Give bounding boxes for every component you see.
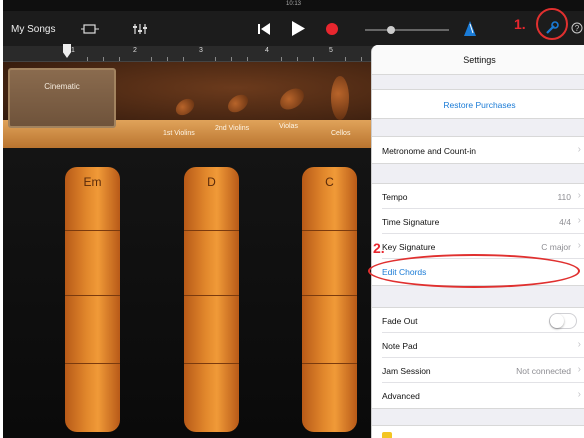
- chevron-right-icon: ›: [577, 215, 581, 226]
- settings-group: Restore Purchases: [372, 89, 584, 119]
- annotation-step-1: 1.: [514, 16, 526, 32]
- key-signature-value: C major: [541, 242, 571, 252]
- settings-title: Settings: [372, 45, 584, 75]
- chevron-right-icon: ›: [577, 240, 581, 251]
- key-signature-label: Key Signature: [382, 242, 436, 252]
- play-icon[interactable]: [292, 21, 305, 36]
- chord-label: D: [207, 175, 216, 189]
- chord-label: C: [325, 175, 334, 189]
- ruler-mark: 3: [199, 47, 203, 54]
- chevron-right-icon: ›: [577, 389, 581, 400]
- annotation-circle-edit-chords: [368, 254, 580, 288]
- fade-out-label: Fade Out: [382, 316, 418, 326]
- annotation-circle-wrench: [536, 8, 568, 40]
- annotation-step-2: 2.: [373, 240, 385, 256]
- metronome-icon[interactable]: [464, 21, 476, 36]
- chord-label: Em: [83, 175, 102, 189]
- status-bar: 10:13: [3, 0, 584, 11]
- svg-text:?: ?: [575, 24, 580, 33]
- note-pad-label: Note Pad: [382, 341, 418, 351]
- tempo-label: Tempo: [382, 192, 408, 202]
- rewind-icon[interactable]: [258, 22, 270, 36]
- status-time: 10:13: [285, 1, 301, 7]
- advanced-label: Advanced: [382, 391, 420, 401]
- ruler-mark: 1: [71, 47, 75, 54]
- chord-strip[interactable]: C: [302, 167, 357, 432]
- restore-purchases-row[interactable]: Restore Purchases: [372, 92, 584, 117]
- chord-strip[interactable]: Em: [65, 167, 120, 432]
- settings-group: Metronome and Count-in ›: [372, 136, 584, 164]
- ruler-mark: 4: [265, 47, 269, 54]
- tempo-row[interactable]: Tempo 110 ›: [372, 184, 584, 209]
- metronome-label: Metronome and Count-in: [382, 146, 477, 156]
- record-icon[interactable]: [325, 22, 339, 36]
- preset-card[interactable]: Cinematic: [8, 68, 116, 128]
- metronome-row[interactable]: Metronome and Count-in ›: [372, 138, 584, 163]
- jam-session-row[interactable]: Jam Session Not connected ›: [372, 358, 584, 383]
- help-icon[interactable]: ?: [571, 22, 583, 34]
- jam-session-label: Jam Session: [382, 366, 431, 376]
- garageband-app: 10:13 My Songs ? 1 2 3 4 5 Cinematic 1st…: [3, 0, 584, 438]
- chevron-right-icon: ›: [577, 144, 581, 155]
- chevron-right-icon: ›: [577, 190, 581, 201]
- volume-slider[interactable]: [365, 26, 449, 34]
- view-icon[interactable]: [81, 23, 99, 35]
- instrument-label: 1st Violins: [163, 130, 195, 137]
- note-pad-row[interactable]: Note Pad ›: [372, 333, 584, 358]
- instrument-label: 2nd Violins: [215, 125, 250, 132]
- settings-group: Fade Out Note Pad › Jam Session Not conn…: [372, 307, 584, 409]
- time-signature-label: Time Signature: [382, 217, 440, 227]
- toolbar: My Songs ?: [3, 11, 584, 48]
- instrument-label: Violas: [279, 123, 298, 130]
- app-icon: [382, 432, 392, 438]
- jam-session-value: Not connected: [516, 366, 571, 376]
- restore-purchases-label: Restore Purchases: [443, 100, 516, 110]
- chevron-right-icon: ›: [577, 364, 581, 375]
- settings-group: [372, 425, 584, 438]
- my-songs-button[interactable]: My Songs: [11, 24, 55, 35]
- advanced-row[interactable]: Advanced ›: [372, 383, 584, 408]
- fade-out-row: Fade Out: [372, 308, 584, 333]
- chevron-right-icon: ›: [577, 339, 581, 350]
- ruler-mark: 5: [329, 47, 333, 54]
- instrument-label: Cellos: [331, 130, 351, 137]
- preset-label: Cinematic: [44, 82, 80, 91]
- ruler-mark: 2: [133, 47, 137, 54]
- tempo-value: 110: [557, 192, 571, 202]
- settings-popover: Settings Restore Purchases Metronome and…: [371, 45, 584, 438]
- cello-icon[interactable]: [331, 76, 349, 120]
- chord-strip[interactable]: D: [184, 167, 239, 432]
- fade-out-toggle[interactable]: [549, 313, 577, 329]
- time-signature-row[interactable]: Time Signature 4/4 ›: [372, 209, 584, 234]
- mixer-icon[interactable]: [133, 23, 147, 35]
- time-signature-value: 4/4: [559, 217, 571, 227]
